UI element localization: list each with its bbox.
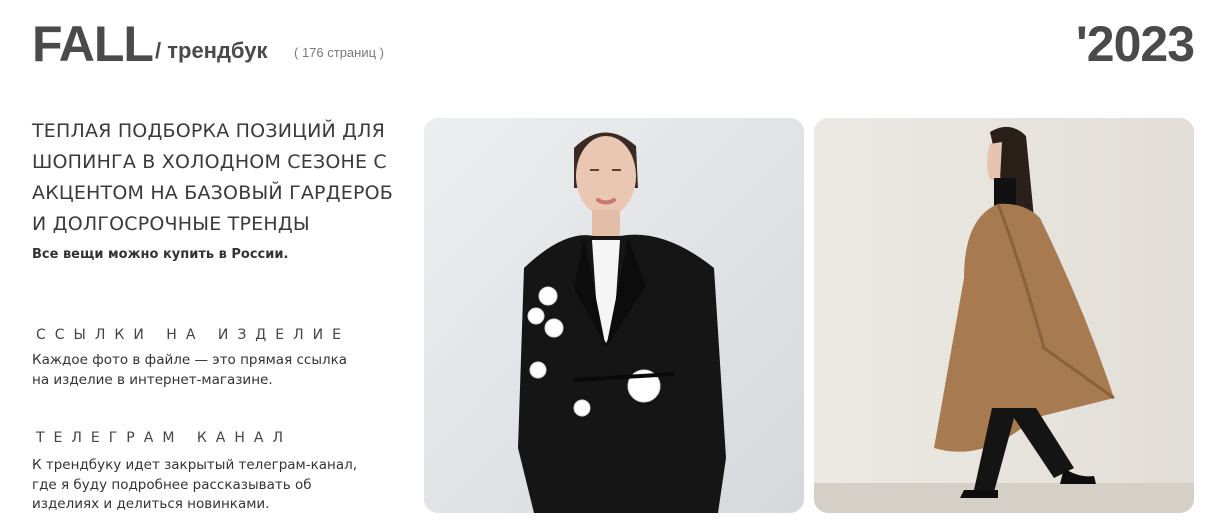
cape-illustration: [814, 118, 1194, 513]
telegram-text-line: изделиях и делиться новинками.: [32, 496, 270, 512]
intro-lead-line: АКЦЕНТОМ НА БАЗОВЫЙ ГАРДЕРОБ: [32, 182, 394, 204]
links-section-heading: ССЫЛКИ НА ИЗДЕЛИЕ: [36, 327, 350, 343]
year-label: '2023: [1075, 16, 1195, 72]
links-text-line: на изделие в интернет-магазине.: [32, 371, 273, 388]
telegram-section-text: К трендбуку идет закрытый телеграм-канал…: [32, 456, 362, 515]
blazer-illustration: [424, 118, 804, 513]
telegram-text-line: К трендбуку идет закрытый телеграм-канал…: [32, 457, 358, 473]
telegram-text-line: где я буду подробнее рассказывать об: [32, 476, 312, 493]
product-photo-blazer[interactable]: [424, 118, 804, 513]
intro-lead-line: ШОПИНГА В ХОЛОДНОМ СЕЗОНЕ С: [32, 151, 387, 173]
intro-note: Все вещи можно купить в России.: [32, 247, 289, 262]
product-photo-cape[interactable]: [814, 118, 1194, 513]
intro-lead-line: ТЕПЛАЯ ПОДБОРКА ПОЗИЦИЙ ДЛЯ: [32, 120, 386, 142]
page-count: ( 176 страниц ): [294, 45, 384, 60]
intro-lead: ТЕПЛАЯ ПОДБОРКА ПОЗИЦИЙ ДЛЯ ШОПИНГА В ХО…: [32, 116, 412, 240]
page-title: FALL: [32, 16, 154, 72]
telegram-section-heading: ТЕЛЕГРАМ КАНАЛ: [36, 430, 293, 446]
intro-lead-line: И ДОЛГОСРОЧНЫЕ ТРЕНДЫ: [32, 213, 310, 235]
page-subtitle: / трендбук: [155, 38, 268, 63]
links-section-text: Каждое фото в файле — это прямая ссылка …: [32, 351, 362, 390]
links-text-line: Каждое фото в файле — это прямая ссылка: [32, 352, 348, 368]
